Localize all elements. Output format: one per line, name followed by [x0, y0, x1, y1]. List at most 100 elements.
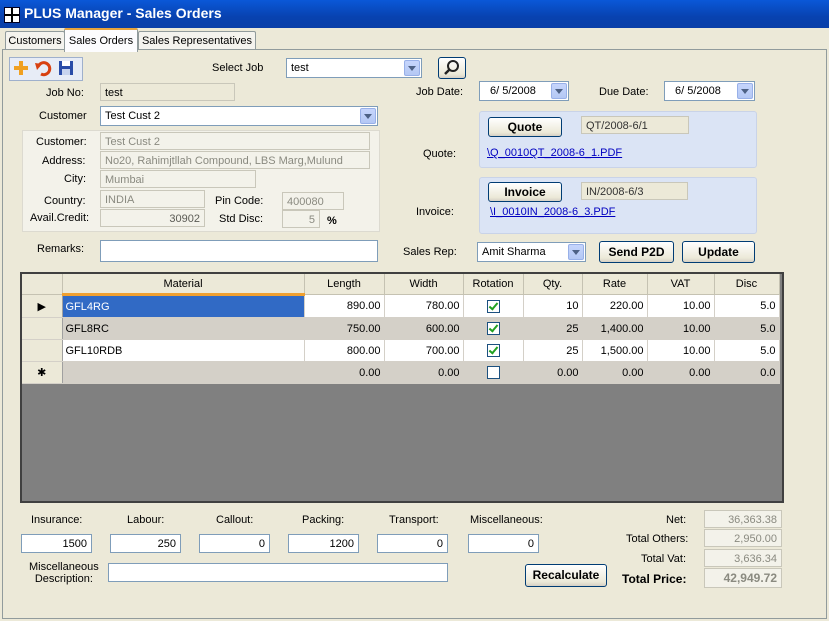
customer-label: Customer [39, 110, 87, 122]
cell-rate[interactable]: 1,400.00 [582, 317, 648, 340]
cell-qty[interactable]: 25 [523, 339, 583, 362]
address-label: Address: [42, 155, 86, 167]
cell-rotation[interactable] [463, 294, 524, 318]
col-header-vat[interactable]: VAT [647, 274, 715, 295]
cell-width[interactable]: 0.00 [384, 361, 464, 384]
row-header[interactable] [22, 339, 63, 362]
title-bar: PLUS Manager - Sales Orders [0, 0, 829, 28]
tab-sales-representatives[interactable]: Sales Representatives [138, 31, 256, 50]
chevron-down-icon[interactable] [551, 83, 567, 99]
row-header[interactable]: ✱ [22, 361, 63, 384]
callout-label: Callout: [216, 514, 254, 526]
cell-vat[interactable]: 10.00 [647, 339, 715, 362]
row-header[interactable]: ▶ [22, 294, 63, 318]
cell-length[interactable]: 890.00 [304, 294, 385, 318]
job-date-picker[interactable]: 6/ 5/2008 [479, 81, 569, 101]
cell-rate[interactable]: 0.00 [582, 361, 648, 384]
chevron-down-icon[interactable] [360, 108, 376, 124]
cell-qty[interactable]: 0.00 [523, 361, 583, 384]
table-row[interactable]: ✱ 0.00 0.00 0.00 0.00 0.00 0.0 [22, 361, 780, 384]
cell-width[interactable]: 700.00 [384, 339, 464, 362]
cell-disc[interactable]: 5.0 [714, 294, 780, 318]
cell-material[interactable]: GFL4RG [62, 294, 305, 318]
col-header-material[interactable]: Material [62, 274, 305, 296]
cell-material[interactable]: GFL10RDB [62, 339, 305, 362]
rotation-checkbox[interactable] [486, 366, 500, 379]
col-header-disc[interactable]: Disc [714, 274, 780, 295]
cell-material[interactable] [62, 361, 305, 384]
misc-desc-label-line1: Miscellaneous [29, 561, 99, 573]
cell-length[interactable]: 750.00 [304, 317, 385, 340]
cell-disc[interactable]: 5.0 [714, 339, 780, 362]
col-header-rotation[interactable]: Rotation [463, 274, 524, 295]
cell-vat[interactable]: 10.00 [647, 294, 715, 318]
cell-rate[interactable]: 220.00 [582, 294, 648, 318]
tab-customers[interactable]: Customers [5, 31, 65, 50]
cell-rate[interactable]: 1,500.00 [582, 339, 648, 362]
col-header-rate[interactable]: Rate [582, 274, 648, 295]
customer-dropdown[interactable]: Test Cust 2 [100, 106, 378, 126]
table-row[interactable]: GFL10RDB 800.00 700.00 25 1,500.00 10.00 5.0 [22, 339, 780, 362]
cell-length[interactable]: 800.00 [304, 339, 385, 362]
transport-field[interactable]: 0 [377, 534, 448, 553]
rotation-checkbox[interactable] [486, 322, 500, 335]
job-no-field[interactable]: test [100, 83, 235, 101]
insurance-field[interactable]: 1500 [21, 534, 92, 553]
job-no-label: Job No: [46, 87, 84, 99]
quote-pdf-link[interactable]: \Q_0010QT_2008-6_1.PDF [487, 147, 622, 159]
misc-desc-field[interactable] [108, 563, 448, 582]
tab-sales-orders[interactable]: Sales Orders [64, 28, 138, 52]
labour-field[interactable]: 250 [110, 534, 181, 553]
cell-rotation[interactable] [463, 361, 524, 384]
insurance-label: Insurance: [31, 514, 83, 526]
cell-vat[interactable]: 10.00 [647, 317, 715, 340]
callout-field[interactable]: 0 [199, 534, 270, 553]
cell-length[interactable]: 0.00 [304, 361, 385, 384]
cell-rotation[interactable] [463, 339, 524, 362]
invoice-number-field: IN/2008-6/3 [581, 182, 688, 200]
chevron-down-icon[interactable] [568, 244, 584, 260]
cell-material[interactable]: GFL8RC [62, 317, 305, 340]
remarks-field[interactable] [100, 240, 378, 262]
cell-disc[interactable]: 5.0 [714, 317, 780, 340]
misc-desc-label-line2: Description: [34, 573, 93, 585]
job-date-value: 6/ 5/2008 [490, 85, 536, 97]
percent-sign: % [327, 215, 337, 227]
remarks-label: Remarks: [37, 243, 85, 255]
col-header-length[interactable]: Length [304, 274, 385, 295]
due-date-picker[interactable]: 6/ 5/2008 [664, 81, 755, 101]
chevron-down-icon[interactable] [737, 83, 753, 99]
col-header-width[interactable]: Width [384, 274, 464, 295]
row-header[interactable] [22, 317, 63, 340]
cell-qty[interactable]: 10 [523, 294, 583, 318]
packing-field[interactable]: 1200 [288, 534, 359, 553]
table-row[interactable]: ▶ GFL4RG 890.00 780.00 10 220.00 10.00 5.0 [22, 294, 780, 318]
undo-icon[interactable] [33, 58, 53, 78]
sales-rep-dropdown[interactable]: Amit Sharma [477, 242, 586, 262]
col-header-qty[interactable]: Qty. [523, 274, 583, 295]
search-job-button[interactable] [438, 57, 466, 79]
misc-field[interactable]: 0 [468, 534, 539, 553]
send-p2d-button[interactable]: Send P2D [599, 241, 674, 263]
select-job-dropdown[interactable]: test [286, 58, 422, 78]
chevron-down-icon[interactable] [404, 60, 420, 76]
table-row[interactable]: GFL8RC 750.00 600.00 25 1,400.00 10.00 5.0 [22, 317, 780, 340]
save-icon[interactable] [56, 58, 76, 78]
rotation-checkbox[interactable] [486, 299, 500, 313]
quote-button[interactable]: Quote [488, 117, 562, 137]
total-vat-field: 3,636.34 [704, 549, 782, 567]
materials-grid[interactable]: Material Length Width Rotation Qty. Rate… [20, 272, 784, 503]
cell-rotation[interactable] [463, 317, 524, 340]
app-icon [4, 7, 20, 23]
cell-width[interactable]: 600.00 [384, 317, 464, 340]
cell-vat[interactable]: 0.00 [647, 361, 715, 384]
invoice-pdf-link[interactable]: \I_0010IN_2008-6_3.PDF [490, 206, 615, 218]
cell-disc[interactable]: 0.0 [714, 361, 780, 384]
cell-width[interactable]: 780.00 [384, 294, 464, 318]
invoice-button[interactable]: Invoice [488, 182, 562, 202]
recalculate-button[interactable]: Recalculate [525, 564, 607, 587]
cell-qty[interactable]: 25 [523, 317, 583, 340]
rotation-checkbox[interactable] [486, 344, 500, 357]
add-icon[interactable] [11, 58, 31, 78]
update-button[interactable]: Update [682, 241, 755, 263]
